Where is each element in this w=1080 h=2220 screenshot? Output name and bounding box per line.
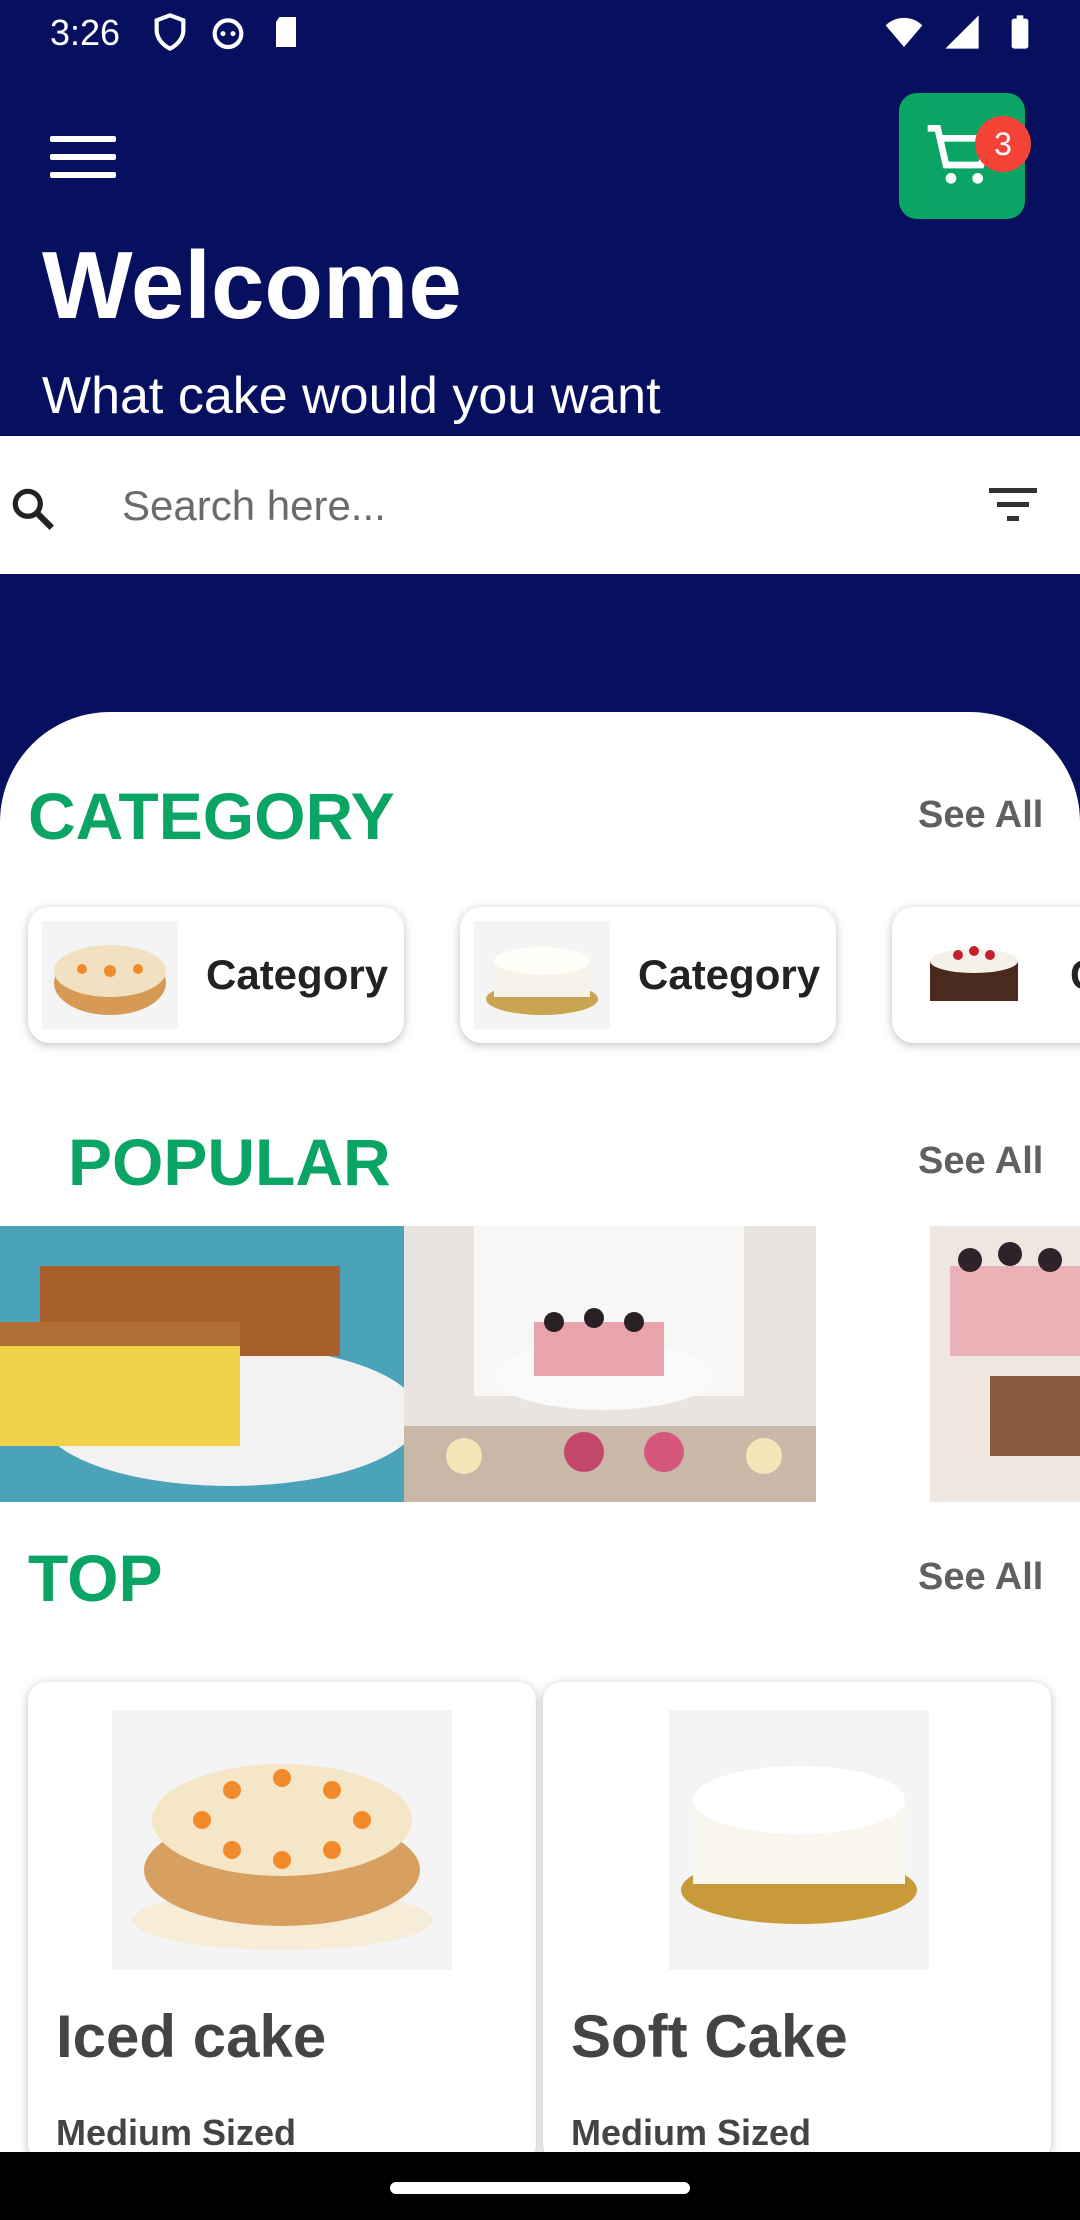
- chef-cake-image[interactable]: [404, 1226, 816, 1502]
- status-time: 3:26: [50, 12, 121, 53]
- carrot-cake-image: [42, 921, 178, 1029]
- popular-see-all[interactable]: See All: [918, 1140, 1043, 1183]
- system-nav-bar: [0, 2152, 1080, 2220]
- top-title: TOP: [28, 1541, 163, 1615]
- search-icon[interactable]: [8, 484, 58, 534]
- product-name: Soft Cake: [571, 2003, 848, 2070]
- search-bar: [0, 436, 1080, 574]
- category-card[interactable]: Category: [460, 907, 836, 1043]
- cat-face-icon: [212, 18, 244, 50]
- category-card[interactable]: Category: [28, 907, 404, 1043]
- sd-card-icon: [276, 17, 296, 47]
- popular-title: POPULAR: [68, 1125, 391, 1199]
- category-title: CATEGORY: [28, 779, 395, 853]
- page-subtitle: What cake would you want: [42, 367, 661, 425]
- category-see-all[interactable]: See All: [918, 794, 1043, 837]
- pink-cake-image[interactable]: [930, 1226, 1080, 1502]
- category-card[interactable]: C: [892, 907, 1080, 1043]
- signal-icon: [945, 15, 979, 49]
- filter-icon[interactable]: [988, 484, 1038, 524]
- header: 3 Welcome What cake would you want: [0, 66, 1080, 436]
- sponge-cake-image[interactable]: [0, 1226, 404, 1502]
- status-bar: 3:26: [0, 0, 1080, 66]
- battery-icon: [1011, 15, 1029, 49]
- search-input[interactable]: [120, 474, 924, 538]
- product-size: Medium Sized: [571, 2112, 812, 2153]
- product-card[interactable]: Iced cake Medium Sized: [28, 1682, 536, 2162]
- home-gesture-handle[interactable]: [390, 2182, 690, 2194]
- product-size: Medium Sized: [56, 2112, 297, 2153]
- white-cake-image: [474, 921, 610, 1029]
- menu-icon: [50, 136, 116, 142]
- top-see-all[interactable]: See All: [918, 1556, 1043, 1599]
- shield-icon: [154, 13, 186, 51]
- category-label: Category: [206, 951, 389, 998]
- category-label: C: [1070, 951, 1080, 999]
- menu-button[interactable]: [50, 136, 116, 186]
- product-card[interactable]: Soft Cake Medium Sized: [543, 1682, 1051, 2162]
- image-gap: [816, 1226, 856, 1502]
- cart-count-badge: 3: [975, 116, 1031, 172]
- category-label: Category: [638, 951, 821, 998]
- wifi-icon: [885, 17, 923, 47]
- iced-cake-image: [112, 1710, 452, 1970]
- product-name: Iced cake: [56, 2003, 327, 2070]
- soft-cake-image: [669, 1710, 929, 1970]
- black-forest-cake-image: [906, 921, 1042, 1029]
- page-title: Welcome: [42, 232, 462, 339]
